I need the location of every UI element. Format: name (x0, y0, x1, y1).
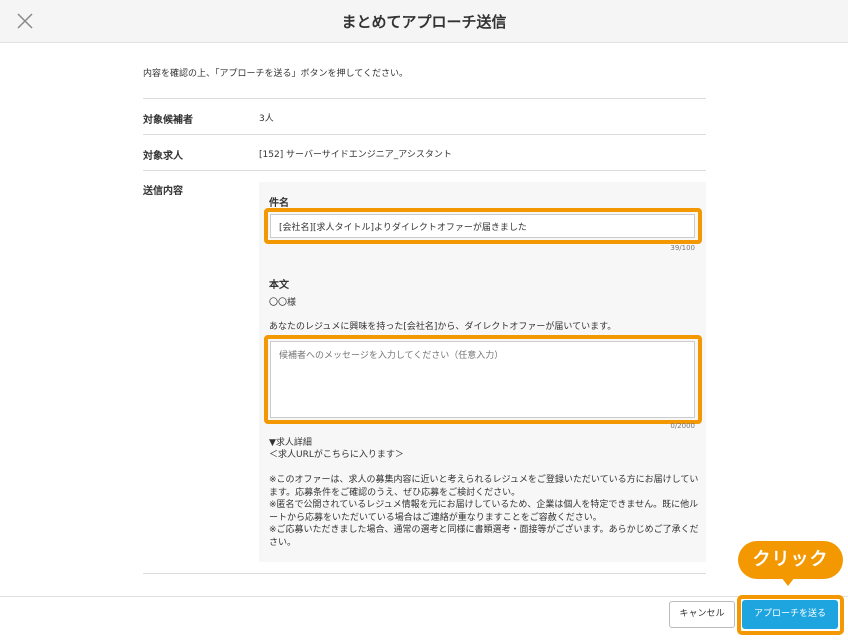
divider (143, 170, 706, 171)
subject-label: 件名 (269, 198, 289, 209)
divider (143, 573, 706, 574)
dialog-header: まとめてアプローチ送信 (0, 0, 848, 43)
body-label: 本文 (269, 280, 289, 291)
job-details-heading: ▼求人詳細 (269, 438, 312, 448)
subject-input[interactable] (270, 214, 695, 238)
click-callout: クリック (738, 541, 843, 579)
divider (143, 98, 706, 99)
click-callout-tail (781, 577, 795, 586)
subject-counter: 39/100 (670, 244, 695, 252)
message-textarea[interactable] (270, 341, 695, 418)
content-label: 送信内容 (143, 186, 183, 197)
job-value: [152] サーバーサイドエンジニア_アシスタント (259, 150, 452, 160)
intro-text: 内容を確認の上、「アプローチを送る」ボタンを押してください。 (143, 69, 408, 79)
job-url-note: ＜求人URLがこちらに入ります＞ (269, 450, 404, 460)
body-salutation: 〇〇様 (269, 298, 297, 308)
cancel-button[interactable]: キャンセル (669, 601, 735, 628)
job-label: 対象求人 (143, 151, 183, 162)
notice-3: ※ご応募いただきました場合、通常の選考と同様に書類選考・面接等がございます。あら… (269, 525, 699, 548)
notice-1: ※このオファーは、求人の募集内容に近いと考えられるレジュメをご登録いただいている… (269, 475, 699, 498)
message-counter: 0/2000 (670, 422, 695, 430)
dialog-title: まとめてアプローチ送信 (341, 13, 507, 31)
candidates-label: 対象候補者 (143, 115, 193, 126)
body-intro-line: あなたのレジュメに興味を持った[会社名]から、ダイレクトオファーが届いています。 (269, 322, 617, 332)
send-approach-button[interactable]: アプローチを送る (742, 600, 838, 629)
notice-2: ※匿名で公開されているレジュメ情報を元にお届けしているため、企業は個人を特定でき… (269, 500, 699, 523)
divider (143, 134, 706, 135)
candidates-value: 3人 (259, 114, 274, 124)
footer-divider (0, 596, 848, 597)
